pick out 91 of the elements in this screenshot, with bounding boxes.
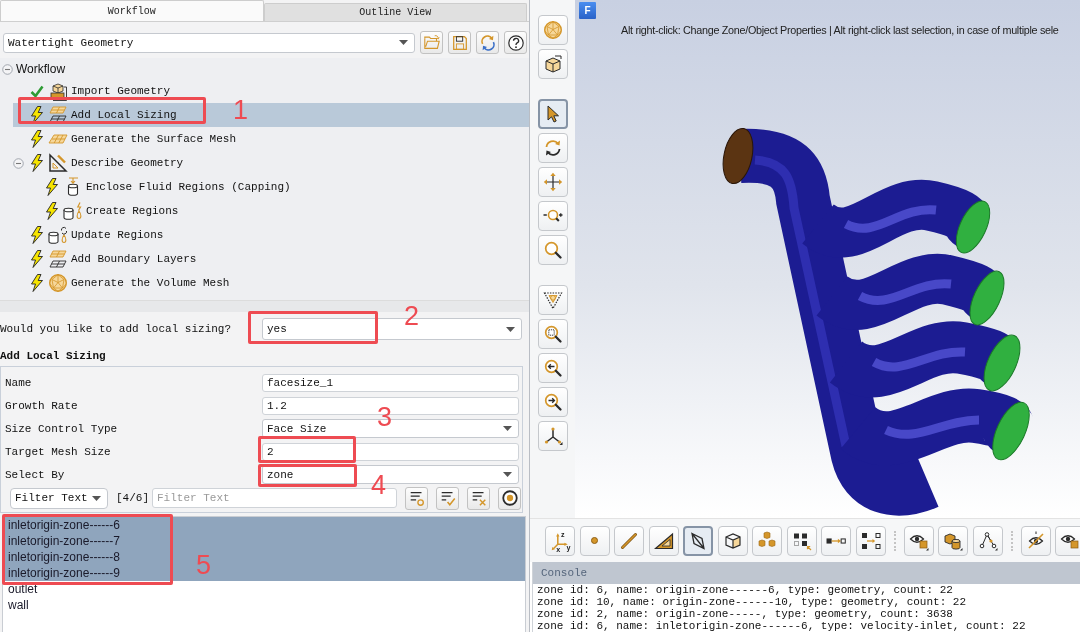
target-icon: [500, 489, 519, 507]
caret-icon: [503, 472, 512, 477]
field-label: Name: [4, 376, 33, 389]
toolbar-button[interactable]: [855, 525, 886, 556]
squares-arrow-icon: [860, 530, 881, 551]
folder-icon: [422, 33, 441, 52]
zone-list-item[interactable]: wall: [3, 597, 525, 613]
triangle-view-icon: [542, 290, 563, 310]
zoom-box-icon: [542, 324, 563, 344]
field-label: Target Mesh Size: [4, 445, 112, 458]
mesh-layers-icon: [48, 249, 68, 269]
toolbar-button[interactable]: [537, 353, 568, 383]
icon-button[interactable]: [504, 31, 527, 54]
tree-item[interactable]: Workflow: [2, 59, 66, 79]
cube-icon: [542, 54, 563, 74]
toolbar-button[interactable]: [1020, 525, 1051, 556]
caret-icon: [92, 495, 101, 501]
dropdown[interactable]: Watertight Geometry: [3, 32, 415, 53]
zoom-back-icon: [542, 358, 563, 378]
icon-button[interactable]: [405, 486, 428, 510]
caret-icon: [503, 426, 512, 431]
field-label: Select By: [4, 468, 66, 481]
caret-icon: [506, 326, 515, 332]
tree-item[interactable]: Add Boundary Layers: [13, 247, 197, 271]
point-icon: [591, 537, 598, 544]
console-header: Console: [533, 562, 1080, 584]
geodesic-sphere-icon: [542, 20, 563, 40]
cube-outline-icon: [722, 530, 743, 551]
icon-button[interactable]: [448, 31, 471, 54]
zone-list-item[interactable]: outlet: [3, 581, 525, 597]
toolbar-button[interactable]: [717, 525, 748, 556]
cylinder-drop-icon: [63, 201, 83, 221]
magnifier-icon: [542, 240, 563, 260]
dropdown[interactable]: Filter Text: [10, 487, 108, 509]
triangle-icon: [653, 530, 674, 551]
zone-list-item[interactable]: inletorigin-zone------6: [3, 517, 525, 533]
axes-icon: [542, 426, 563, 446]
icon-button[interactable]: [467, 486, 490, 510]
toolbar-button[interactable]: [683, 525, 713, 556]
toolbar-button[interactable]: [537, 421, 568, 451]
app-logo: F: [579, 2, 596, 19]
tree-item[interactable]: Import Geometry: [13, 79, 171, 103]
help-icon: [506, 33, 525, 52]
annotation-number: 1: [233, 97, 249, 124]
zone-list-item[interactable]: inletorigin-zone------7: [3, 533, 525, 549]
line-icon: [619, 530, 639, 551]
field-label: Size Control Type: [4, 422, 119, 435]
field-label: Growth Rate: [4, 399, 79, 412]
console-line: zone id: 6, name: origin-zone------6, type: geometry, count: 22: [537, 584, 954, 596]
icon-button[interactable]: [498, 486, 521, 510]
console-line: zone id: 10, name: origin-zone------10, type: geometry, count: 22: [537, 596, 968, 608]
toolbar-button[interactable]: [821, 525, 851, 556]
tree-item[interactable]: Enclose Fluid Regions (Capping): [28, 175, 291, 199]
cube-cylinder-icon: [943, 530, 963, 551]
toolbar-button[interactable]: [537, 387, 568, 417]
text-field[interactable]: facesize_1: [262, 373, 519, 392]
move-icon: [542, 172, 563, 192]
viewport-hint: Alt right-click: Change Zone/Object Properties | Alt right-click last selection, in case of multiple sele: [621, 24, 1059, 36]
section-title: Add Local Sizing: [0, 349, 107, 364]
console-line: zone id: 2, name: origin-zone-----, type: geometry, count: 3638: [537, 608, 954, 620]
toolbar-button[interactable]: [537, 49, 568, 79]
tree-item[interactable]: Describe Geometry: [13, 151, 184, 175]
face-icon: [688, 530, 708, 551]
cylinder-drop-icon: [48, 225, 68, 245]
toolbar-button[interactable]: [938, 525, 968, 556]
zoom-forward-icon: [542, 392, 563, 412]
question-label: Would you like to add local sizing?: [0, 323, 233, 335]
icon-button[interactable]: [436, 486, 459, 510]
toolbar-button[interactable]: [537, 99, 568, 129]
toolbar-button[interactable]: [972, 525, 1003, 556]
toolbar-button[interactable]: [537, 133, 568, 163]
tab[interactable]: Outline View: [263, 3, 527, 21]
geodesic-sphere-icon: [48, 273, 68, 293]
tab[interactable]: Workflow: [0, 0, 264, 21]
toolbar-button[interactable]: [648, 525, 679, 556]
toolbar-button[interactable]: [1055, 525, 1080, 556]
caret-icon: [399, 40, 408, 45]
save-icon: [450, 33, 469, 52]
tree-item[interactable]: Generate the Volume Mesh: [13, 271, 230, 295]
refresh-icon: [478, 33, 497, 52]
match-count: [4/6]: [116, 492, 149, 504]
text-field[interactable]: 2: [262, 442, 519, 461]
square-arrow-icon: [826, 537, 846, 544]
toolbar-button[interactable]: [903, 525, 934, 556]
tree-item[interactable]: Update Regions: [13, 223, 164, 247]
node-graph-icon: [977, 530, 998, 551]
console-line: zone id: 6, name: inletorigin-zone------6, type: velocity-inlet, count: 22: [537, 620, 1027, 632]
package-icon: [48, 81, 68, 101]
toolbar-button[interactable]: [786, 525, 817, 556]
tree-item[interactable]: Generate the Surface Mesh: [13, 127, 237, 151]
tree-item[interactable]: Create Regions: [28, 199, 179, 223]
